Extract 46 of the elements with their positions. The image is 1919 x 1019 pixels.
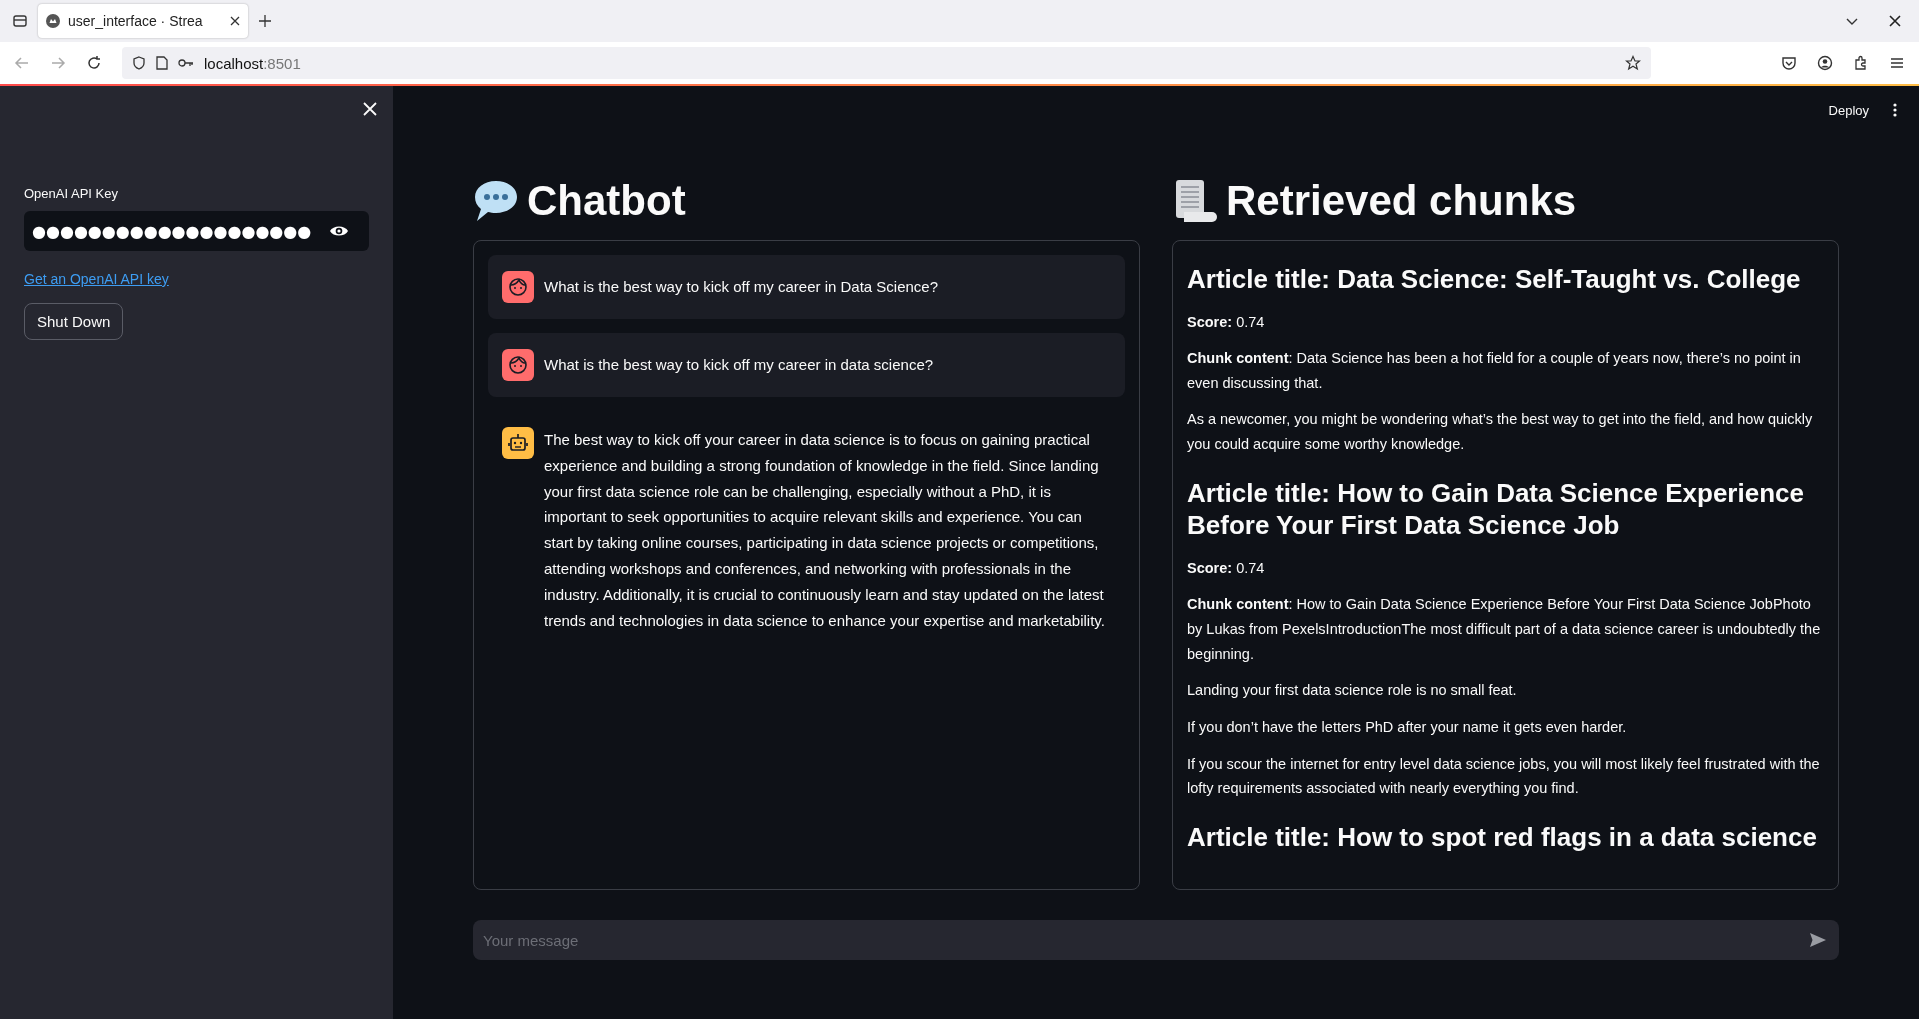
- chunk-text: If you don’t have the letters PhD after your name it gets even harder.: [1187, 717, 1628, 737]
- retrieved-chunks-heading: Retrieved chunks: [1226, 177, 1577, 225]
- user-avatar-icon: [502, 271, 534, 303]
- tab-list-icon[interactable]: [12, 13, 28, 29]
- more-icon[interactable]: [1893, 103, 1897, 117]
- speech-bubble-icon: [473, 179, 519, 223]
- pocket-icon[interactable]: [1781, 55, 1797, 71]
- user-message: What is the best way to kick off my career in Data Science?: [488, 255, 1125, 319]
- article-title: Article title: How to spot red flags in a data science: [1187, 820, 1818, 854]
- close-icon[interactable]: [1889, 15, 1901, 27]
- close-icon[interactable]: [230, 16, 240, 26]
- chunk-text: Chunk content: How to Gain Data Science Experience Before Your First Data Science JobPhoto by Lukas from PexelsIntroductionThe most difficult part of a data science career is undoubtedly the beginning.: [1187, 595, 1822, 664]
- eye-icon[interactable]: [329, 224, 349, 238]
- puzzle-piece-icon[interactable]: [1853, 55, 1869, 71]
- chunk-text: Chunk content: Data Science has been a hot field for a couple of years now, there’s no point in even discussing that.: [1187, 349, 1802, 393]
- shield-icon[interactable]: [132, 56, 146, 70]
- robot-avatar-icon: [502, 427, 534, 459]
- article-title: Article title: How to Gain Data Science Experience Before Your First Data Science Job: [1187, 476, 1805, 542]
- chunk-text: Landing your first data science role is no small feat.: [1187, 681, 1518, 701]
- browser-tab[interactable]: user_interface · Strea: [38, 4, 248, 38]
- new-tab-icon[interactable]: [258, 14, 272, 28]
- password-field[interactable]: ●●●●●●●●●●●●●●●●●●●●: [24, 211, 369, 251]
- user-message: What is the best way to kick off my career in data science?: [488, 333, 1125, 397]
- user-avatar-icon: [502, 349, 534, 381]
- page-icon: [156, 56, 168, 70]
- account-icon[interactable]: [1817, 55, 1833, 71]
- star-icon[interactable]: [1625, 55, 1641, 71]
- key-icon[interactable]: [178, 57, 194, 69]
- deploy-button[interactable]: Deploy: [1822, 98, 1875, 122]
- shut-down-button[interactable]: Shut Down: [24, 303, 124, 340]
- field-label: OpenAI API Key: [24, 186, 118, 201]
- chunk-text: Score: 0.74: [1187, 312, 1266, 332]
- chatbot-heading: Chatbot: [527, 177, 686, 225]
- send-icon[interactable]: [1809, 932, 1827, 948]
- chunk-text: If you scour the internet for entry level data science jobs, you will most likely feel frustrated with the lofty requirements associated with nearly everything you find.: [1187, 754, 1821, 799]
- api-key-link[interactable]: Get an OpenAI API key: [24, 271, 169, 287]
- menu-icon[interactable]: [1889, 55, 1905, 71]
- assistant-message: The best way to kick off your career in data science is to focus on gaining practical experience and building a strong foundation of knowledge in the field. Since landing your first data science role can be challenging, especially without a PhD, it is important to seek opportunities to acquire relevant skills and experience. You can start by taking online courses, participating in data science projects or competitions, attending workshops and conferences, and networking with professionals in the industry. Additionally, it is crucial to continuously learn and stay updated on the latest trends and technologies in data science to enhance your expertise and marketability.: [488, 411, 1125, 650]
- chunk-text: As a newcomer, you might be wondering what’s the best way to get into the field, and how quickly you could acquire some worthy knowledge.: [1187, 410, 1814, 455]
- chunk-text: Score: 0.74: [1187, 558, 1266, 578]
- url-text: localhost:8501: [204, 54, 301, 72]
- message-input[interactable]: Your message: [473, 920, 1839, 960]
- article-title: Article title: Data Science: Self-Taught vs. College: [1187, 263, 1802, 296]
- reload-icon[interactable]: [86, 55, 102, 71]
- address-bar[interactable]: localhost:8501: [122, 47, 1651, 79]
- app-logo-icon: [46, 14, 60, 28]
